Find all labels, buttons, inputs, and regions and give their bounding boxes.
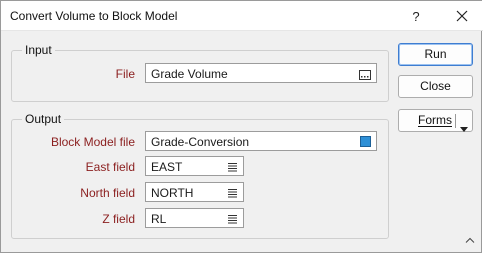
- close-label: Close: [420, 79, 451, 93]
- north-field-label: North field: [80, 186, 135, 200]
- close-icon: [456, 10, 468, 22]
- collapse-chevron-icon[interactable]: [465, 232, 475, 246]
- east-field[interactable]: EAST: [145, 156, 244, 176]
- file-field[interactable]: Grade Volume: [145, 63, 377, 83]
- input-group-title: Input: [22, 43, 55, 57]
- forms-divider: [455, 114, 456, 128]
- convert-volume-dialog: Convert Volume to Block Model ? Input Fi…: [0, 0, 483, 253]
- window-title: Convert Volume to Block Model: [10, 9, 178, 23]
- north-field[interactable]: NORTH: [145, 182, 244, 202]
- block-model-icon[interactable]: [360, 136, 371, 147]
- list-icon[interactable]: [228, 187, 237, 201]
- block-model-field[interactable]: Grade-Conversion: [145, 131, 377, 151]
- east-value: EAST: [151, 160, 183, 174]
- block-model-label: Block Model file: [50, 135, 135, 149]
- title-bar: Convert Volume to Block Model ?: [1, 1, 483, 31]
- run-button[interactable]: Run: [398, 43, 473, 66]
- chevron-down-icon[interactable]: [460, 118, 468, 139]
- north-value: NORTH: [151, 186, 194, 200]
- run-label: Run: [424, 47, 447, 61]
- help-button[interactable]: ?: [401, 1, 431, 31]
- help-label: ?: [412, 8, 420, 24]
- list-icon[interactable]: [228, 161, 237, 175]
- forms-button[interactable]: Forms: [398, 109, 473, 132]
- browse-icon[interactable]: [359, 69, 371, 83]
- close-window-button[interactable]: [447, 1, 477, 31]
- z-field[interactable]: RL: [145, 208, 244, 228]
- close-button[interactable]: Close: [398, 75, 473, 98]
- z-field-label: Z field: [102, 212, 135, 226]
- file-value: Grade Volume: [151, 67, 228, 81]
- output-group-title: Output: [22, 112, 65, 126]
- z-value: RL: [151, 212, 167, 226]
- list-icon[interactable]: [228, 213, 237, 227]
- east-field-label: East field: [85, 160, 135, 174]
- block-model-value: Grade-Conversion: [151, 135, 250, 149]
- file-label: File: [115, 67, 135, 81]
- forms-label: Forms: [418, 113, 452, 127]
